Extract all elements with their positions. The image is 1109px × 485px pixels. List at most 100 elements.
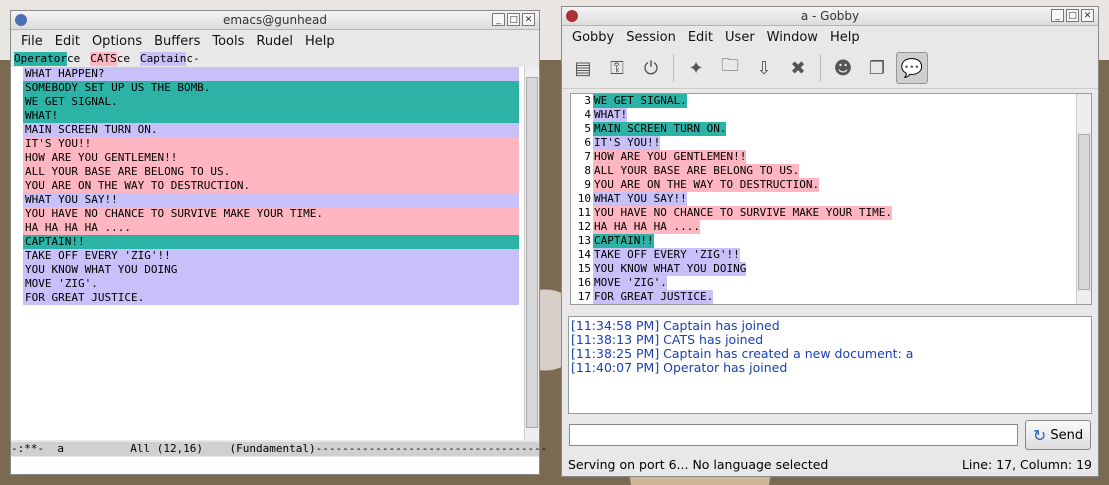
scrollbar-thumb[interactable] <box>1078 134 1090 290</box>
emacs-titlebar[interactable]: emacs@gunhead _ □ ✕ <box>11 11 539 30</box>
document-line[interactable]: 6 IT'S YOU!! <box>571 136 1091 150</box>
line-text[interactable]: MOVE 'ZIG'. <box>593 276 667 290</box>
gobby-window-title: a - Gobby <box>800 9 860 23</box>
document-line[interactable]: 15 YOU KNOW WHAT YOU DOING <box>571 262 1091 276</box>
line-text[interactable]: HOW ARE YOU GENTLEMEN!! <box>593 150 747 164</box>
line-text[interactable]: YOU ARE ON THE WAY TO DESTRUCTION. <box>593 178 820 192</box>
line-number: 7 <box>584 150 591 163</box>
document-line[interactable]: 16 MOVE 'ZIG'. <box>571 276 1091 290</box>
line-text[interactable]: IT'S YOU!! <box>593 136 661 150</box>
line-text[interactable]: FOR GREAT JUSTICE. <box>593 290 714 304</box>
document-line[interactable]: 3 WE GET SIGNAL. <box>571 94 1091 108</box>
gobby-document-editor[interactable]: 3 WE GET SIGNAL. 4 WHAT! 5 MAIN SCREEN TURN O… <box>570 93 1092 305</box>
line-text[interactable]: WHAT YOU SAY!! <box>593 192 687 206</box>
menu-buffers[interactable]: Buffers <box>148 34 206 49</box>
menu-session[interactable]: Session <box>620 30 682 45</box>
buffer-line[interactable]: ALL YOUR BASE ARE BELONG TO US. <box>23 165 519 179</box>
line-text[interactable]: HA HA HA HA .... <box>593 220 700 234</box>
line-number: 12 <box>577 220 591 233</box>
chat-icon[interactable]: 💬 <box>896 52 928 84</box>
buffer-line[interactable]: HA HA HA HA .... <box>23 221 519 235</box>
document-line[interactable]: 8 ALL YOUR BASE ARE BELONG TO US. <box>571 164 1091 178</box>
join-session-icon[interactable]: ⚿ <box>602 53 632 83</box>
line-number: 14 <box>577 248 591 261</box>
buffer-text[interactable]: WHAT HAPPEN? SOMEBODY SET UP US THE BOMB.… <box>23 67 519 305</box>
line-text[interactable]: WHAT! <box>593 108 628 122</box>
editor-scrollbar[interactable] <box>1076 94 1091 304</box>
line-text[interactable]: ALL YOUR BASE ARE BELONG TO US. <box>593 164 800 178</box>
buffer-line[interactable]: CAPTAIN!! <box>23 235 519 249</box>
maximize-icon[interactable]: □ <box>507 13 520 26</box>
user-tag-name: Operator <box>14 52 67 66</box>
menu-gobby[interactable]: Gobby <box>566 30 620 45</box>
menu-edit[interactable]: Edit <box>682 30 719 45</box>
menu-user[interactable]: User <box>719 30 761 45</box>
menu-help[interactable]: Help <box>299 34 341 49</box>
document-text[interactable]: 3 WE GET SIGNAL. 4 WHAT! 5 MAIN SCREEN TURN O… <box>571 94 1091 304</box>
minimize-icon[interactable]: _ <box>492 13 505 26</box>
quit-session-icon[interactable]: ⏻ <box>636 53 666 83</box>
buffer-line[interactable]: WE GET SIGNAL. <box>23 95 519 109</box>
menu-tools[interactable]: Tools <box>206 34 250 49</box>
buffer-line[interactable]: YOU HAVE NO CHANCE TO SURVIVE MAKE YOUR … <box>23 207 519 221</box>
gobby-titlebar[interactable]: a - Gobby _ □ ✕ <box>562 7 1098 26</box>
close-icon[interactable]: ✕ <box>1081 9 1094 22</box>
document-line[interactable]: 11 YOU HAVE NO CHANCE TO SURVIVE MAKE YOU… <box>571 206 1091 220</box>
buffer-line[interactable]: WHAT YOU SAY!! <box>23 193 519 207</box>
line-number: 9 <box>584 178 591 191</box>
status-connection: Serving on port 6... No language selecte… <box>568 456 829 472</box>
line-text[interactable]: TAKE OFF EVERY 'ZIG'!! <box>593 248 740 262</box>
chat-input[interactable] <box>569 424 1018 446</box>
new-document-icon[interactable]: ✦ <box>681 53 711 83</box>
user-list-icon[interactable]: ☻ <box>828 53 858 83</box>
emacs-buffer[interactable]: WHAT HAPPEN? SOMEBODY SET UP US THE BOMB.… <box>11 67 539 440</box>
emacs-scrollbar[interactable] <box>524 67 539 440</box>
menu-file[interactable]: File <box>15 34 49 49</box>
scrollbar-thumb[interactable] <box>526 77 538 428</box>
menu-edit[interactable]: Edit <box>49 34 86 49</box>
rudel-user-header: Operatorce CATSce Captainc- <box>11 52 539 66</box>
line-text[interactable]: CAPTAIN!! <box>593 234 654 248</box>
buffer-line[interactable]: IT'S YOU!! <box>23 137 519 151</box>
line-number: 8 <box>584 164 591 177</box>
document-line[interactable]: 9 YOU ARE ON THE WAY TO DESTRUCTION. <box>571 178 1091 192</box>
document-line[interactable]: 13 CAPTAIN!! <box>571 234 1091 248</box>
send-button[interactable]: ↻ Send <box>1025 420 1091 450</box>
menu-options[interactable]: Options <box>86 34 148 49</box>
buffer-line[interactable]: HOW ARE YOU GENTLEMEN!! <box>23 151 519 165</box>
document-line[interactable]: 5 MAIN SCREEN TURN ON. <box>571 122 1091 136</box>
document-line[interactable]: 12 HA HA HA HA .... <box>571 220 1091 234</box>
line-text[interactable]: MAIN SCREEN TURN ON. <box>593 122 727 136</box>
document-line[interactable]: 7 HOW ARE YOU GENTLEMEN!! <box>571 150 1091 164</box>
buffer-line[interactable]: WHAT! <box>23 109 519 123</box>
menu-window[interactable]: Window <box>761 30 824 45</box>
document-line[interactable]: 14 TAKE OFF EVERY 'ZIG'!! <box>571 248 1091 262</box>
document-line[interactable]: 4 WHAT! <box>571 108 1091 122</box>
minimize-icon[interactable]: _ <box>1051 9 1064 22</box>
menu-help[interactable]: Help <box>824 30 866 45</box>
buffer-line[interactable]: FOR GREAT JUSTICE. <box>23 291 519 305</box>
open-document-icon[interactable]: 🗀 <box>715 53 745 83</box>
buffer-line[interactable]: YOU ARE ON THE WAY TO DESTRUCTION. <box>23 179 519 193</box>
user-tag-name: Captain <box>139 52 187 66</box>
document-list-icon[interactable]: ❐ <box>862 53 892 83</box>
line-number: 17 <box>577 290 591 303</box>
maximize-icon[interactable]: □ <box>1066 9 1079 22</box>
buffer-line[interactable]: MOVE 'ZIG'. <box>23 277 519 291</box>
close-document-icon[interactable]: ✖ <box>783 53 813 83</box>
line-text[interactable]: YOU HAVE NO CHANCE TO SURVIVE MAKE YOUR … <box>593 206 893 220</box>
minibuffer[interactable] <box>11 457 539 474</box>
buffer-line[interactable]: YOU KNOW WHAT YOU DOING <box>23 263 519 277</box>
buffer-line[interactable]: TAKE OFF EVERY 'ZIG'!! <box>23 249 519 263</box>
buffer-line[interactable]: WHAT HAPPEN? <box>23 67 519 81</box>
menu-rudel[interactable]: Rudel <box>250 34 299 49</box>
save-document-icon[interactable]: ⇩ <box>749 53 779 83</box>
document-line[interactable]: 17 FOR GREAT JUSTICE. <box>571 290 1091 304</box>
create-session-icon[interactable]: ▤ <box>568 53 598 83</box>
close-icon[interactable]: ✕ <box>522 13 535 26</box>
buffer-line[interactable]: SOMEBODY SET UP US THE BOMB. <box>23 81 519 95</box>
line-text[interactable]: WE GET SIGNAL. <box>593 94 687 108</box>
line-text[interactable]: YOU KNOW WHAT YOU DOING <box>593 262 747 276</box>
buffer-line[interactable]: MAIN SCREEN TURN ON. <box>23 123 519 137</box>
document-line[interactable]: 10 WHAT YOU SAY!! <box>571 192 1091 206</box>
